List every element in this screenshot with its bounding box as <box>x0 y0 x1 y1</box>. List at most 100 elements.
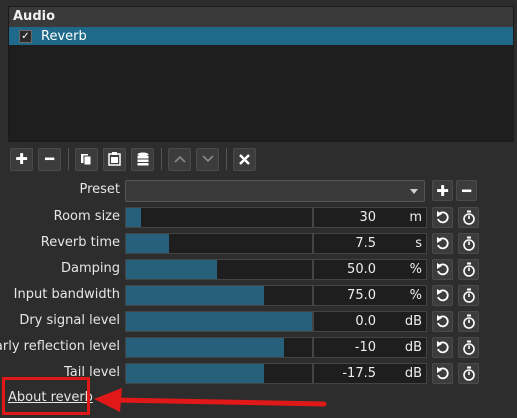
delete-preset-button[interactable]: ━ <box>456 180 477 201</box>
paste-filter-button[interactable] <box>103 147 126 171</box>
keyframe-button[interactable] <box>458 363 479 384</box>
slider-fill <box>126 286 264 305</box>
param-spinbox[interactable]: 0.0 dB <box>313 311 427 332</box>
filter-item-reverb[interactable]: ✓ Reverb <box>9 27 513 45</box>
slider-fill <box>126 208 141 227</box>
copy-icon <box>81 153 92 165</box>
annotation-highlight-box <box>2 377 90 415</box>
keyframe-button[interactable] <box>458 337 479 358</box>
param-value: 0.0 <box>355 314 376 329</box>
param-row: Room size 30 m <box>0 207 517 229</box>
param-row: Input bandwidth 75.0% <box>0 285 517 307</box>
param-value: -10 <box>354 340 376 355</box>
reset-button[interactable] <box>432 285 453 306</box>
keyframe-button[interactable] <box>458 233 479 254</box>
param-unit: s <box>415 236 422 251</box>
move-down-button[interactable] <box>196 147 219 171</box>
param-slider[interactable] <box>125 285 313 306</box>
add-icon: ✚ <box>436 181 449 200</box>
stopwatch-icon <box>462 262 475 277</box>
keyframe-button[interactable] <box>458 311 479 332</box>
param-spinbox[interactable]: -10 dB <box>313 337 427 358</box>
param-spinbox[interactable]: 7.5 s <box>313 233 427 254</box>
close-icon <box>239 153 250 165</box>
filter-category-header: Audio <box>9 7 513 27</box>
param-slider[interactable] <box>125 311 313 332</box>
param-unit: dB <box>404 340 422 355</box>
param-spinbox[interactable]: -17.5 dB <box>313 363 427 384</box>
stopwatch-icon <box>462 366 475 381</box>
slider-fill <box>126 338 285 357</box>
toolbar-separator <box>68 148 69 170</box>
reset-button[interactable] <box>432 259 453 280</box>
filter-toolbar: ✚ ━ <box>10 147 261 171</box>
slider-fill <box>126 234 169 253</box>
move-up-button[interactable] <box>168 147 191 171</box>
undo-icon <box>437 367 449 380</box>
undo-icon <box>437 315 449 328</box>
chevron-up-icon <box>173 155 186 163</box>
add-filter-button[interactable]: ✚ <box>10 147 33 171</box>
undo-icon <box>437 289 449 302</box>
undo-icon <box>437 263 449 276</box>
param-value: 50.0 <box>347 262 376 277</box>
param-label: Dry signal level <box>19 313 120 328</box>
filter-item-label: Reverb <box>41 28 87 44</box>
filter-list: Audio ✓ Reverb <box>8 6 514 142</box>
deselect-filter-button[interactable] <box>233 147 256 171</box>
param-slider[interactable] <box>125 207 313 228</box>
undo-icon <box>437 211 449 224</box>
annotation-arrow-icon <box>94 388 327 412</box>
param-slider[interactable] <box>125 363 313 384</box>
param-label: Room size <box>53 209 120 224</box>
save-preset-plus-button[interactable]: ✚ <box>432 180 453 201</box>
preset-label: Preset <box>79 182 120 197</box>
add-icon: ✚ <box>15 150 28 168</box>
toolbar-separator <box>161 148 162 170</box>
param-spinbox[interactable]: 75.0% <box>313 285 427 306</box>
keyframe-button[interactable] <box>458 259 479 280</box>
param-slider[interactable] <box>125 337 313 358</box>
param-unit: dB <box>404 366 422 381</box>
chevron-down-icon <box>201 155 214 163</box>
stopwatch-icon <box>462 288 475 303</box>
preset-row: Preset ✚ ━ <box>0 180 517 202</box>
paste-icon <box>108 152 121 166</box>
reset-button[interactable] <box>432 207 453 228</box>
param-slider[interactable] <box>125 259 313 280</box>
param-label: Input bandwidth <box>13 287 120 302</box>
undo-icon <box>437 341 449 354</box>
keyframe-button[interactable] <box>458 285 479 306</box>
reset-button[interactable] <box>432 337 453 358</box>
toolbar-separator <box>226 148 227 170</box>
param-spinbox[interactable]: 50.0% <box>313 259 427 280</box>
param-label: Early reflection level <box>0 339 120 354</box>
remove-icon: ━ <box>44 150 55 168</box>
reset-button[interactable] <box>432 363 453 384</box>
param-value: 75.0 <box>347 288 376 303</box>
param-slider[interactable] <box>125 233 313 254</box>
preset-dropdown[interactable] <box>125 180 425 202</box>
remove-icon: ━ <box>461 181 472 200</box>
param-value: 7.5 <box>355 236 376 251</box>
undo-icon <box>437 237 449 250</box>
keyframe-button[interactable] <box>458 207 479 228</box>
remove-filter-button[interactable]: ━ <box>38 147 61 171</box>
param-label: Reverb time <box>40 235 120 250</box>
save-preset-button[interactable] <box>131 147 154 171</box>
param-spinbox[interactable]: 30 m <box>313 207 427 228</box>
stopwatch-icon <box>462 210 475 225</box>
param-unit: dB <box>404 314 422 329</box>
filter-enable-checkbox[interactable]: ✓ <box>19 29 32 43</box>
copy-filter-button[interactable] <box>75 147 98 171</box>
stopwatch-icon <box>462 314 475 329</box>
database-icon <box>137 152 148 166</box>
param-row: Reverb time 7.5 s <box>0 233 517 255</box>
reset-button[interactable] <box>432 233 453 254</box>
slider-fill <box>126 260 218 279</box>
param-row: Dry signal level 0.0 dB <box>0 311 517 333</box>
slider-fill <box>126 364 264 383</box>
reset-button[interactable] <box>432 311 453 332</box>
param-row: Early reflection level -10 dB <box>0 337 517 359</box>
param-row: Damping 50.0% <box>0 259 517 281</box>
